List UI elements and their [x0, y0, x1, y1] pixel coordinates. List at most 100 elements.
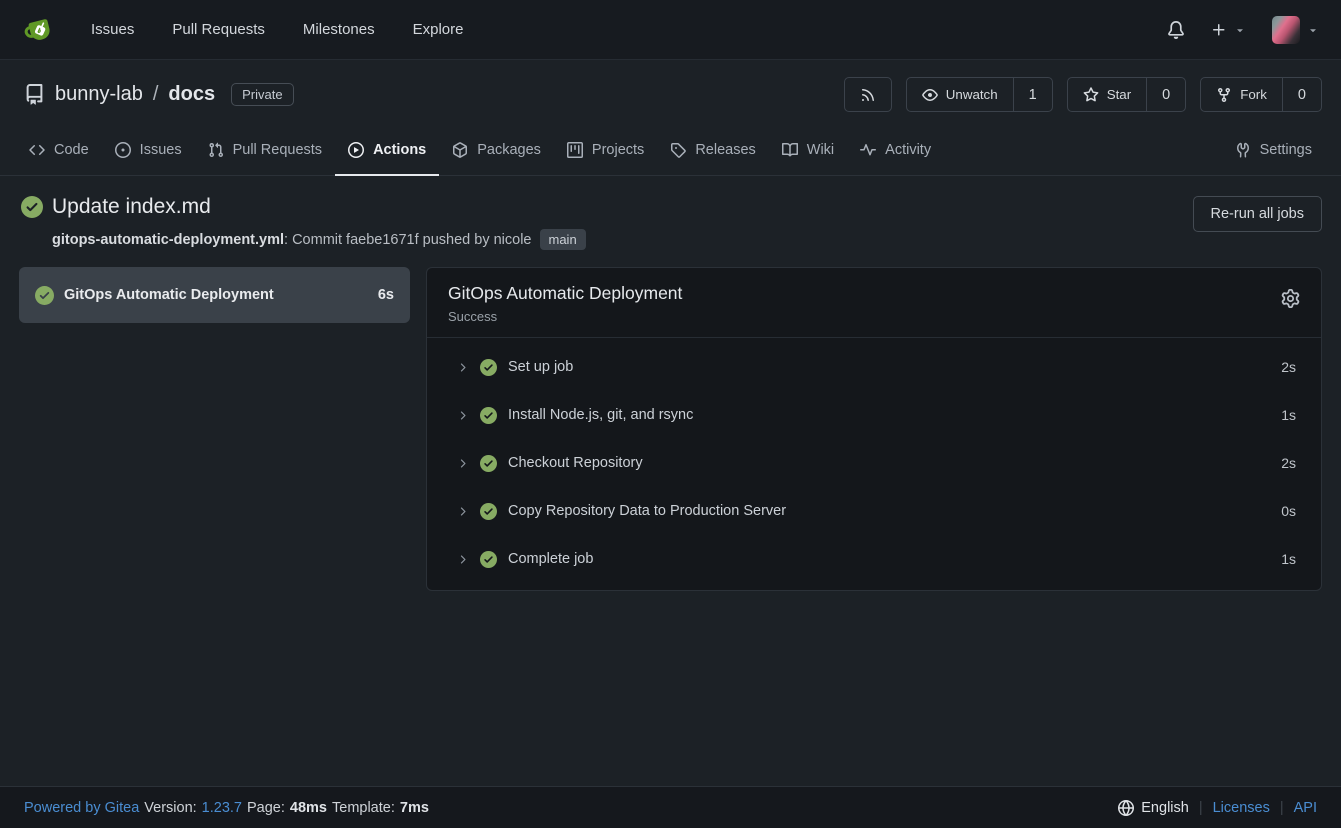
- code-icon: [29, 142, 45, 158]
- rss-button[interactable]: [844, 77, 892, 112]
- language-selector[interactable]: English: [1118, 800, 1189, 816]
- unwatch-button[interactable]: Unwatch: [907, 78, 1013, 111]
- repo-owner-link[interactable]: bunny-lab: [55, 83, 143, 106]
- fork-button[interactable]: Fork: [1201, 78, 1282, 111]
- step-duration: 1s: [1281, 551, 1296, 567]
- tab-releases[interactable]: Releases: [657, 126, 768, 176]
- tab-label: Projects: [592, 142, 644, 158]
- globe-icon: [1118, 800, 1134, 816]
- star-icon: [1083, 87, 1099, 103]
- repo-separator: /: [153, 83, 159, 106]
- page-time-label: Page:: [247, 800, 285, 816]
- step-name: Install Node.js, git, and rsync: [508, 407, 1281, 423]
- tab-actions[interactable]: Actions: [335, 126, 439, 176]
- job-list-item[interactable]: GitOps Automatic Deployment 6s: [19, 267, 410, 323]
- job-detail-title: GitOps Automatic Deployment: [448, 283, 682, 304]
- step-name: Checkout Repository: [508, 455, 1281, 471]
- tab-wiki[interactable]: Wiki: [769, 126, 847, 176]
- step-row[interactable]: Copy Repository Data to Production Serve…: [427, 487, 1321, 535]
- page-footer: Powered by Gitea Version: 1.23.7 Page: 4…: [0, 786, 1341, 828]
- nav-links: Issues Pull Requests Milestones Explore: [72, 11, 482, 48]
- run-success-check-icon: [21, 196, 43, 218]
- repo-header: bunny-lab / docs Private Unwatch 1 Star …: [0, 60, 1341, 126]
- step-name: Copy Repository Data to Production Serve…: [508, 503, 1281, 519]
- job-options-gear-button[interactable]: [1281, 283, 1300, 311]
- repo-name-link[interactable]: docs: [168, 83, 215, 106]
- step-success-check-icon: [480, 407, 497, 424]
- step-duration: 0s: [1281, 503, 1296, 519]
- gitea-logo-icon[interactable]: [22, 13, 56, 47]
- nav-link-pull-requests[interactable]: Pull Requests: [153, 11, 284, 48]
- tab-packages[interactable]: Packages: [439, 126, 554, 176]
- user-menu-button[interactable]: [1272, 16, 1319, 44]
- branch-badge[interactable]: main: [540, 229, 586, 250]
- tab-label: Actions: [373, 142, 426, 158]
- repo-tabs: Code Issues Pull Requests Actions Packag…: [0, 126, 1341, 176]
- watchers-count[interactable]: 1: [1013, 78, 1052, 111]
- step-row[interactable]: Checkout Repository 2s: [427, 439, 1321, 487]
- licenses-link[interactable]: Licenses: [1213, 800, 1270, 816]
- navbar-right: [1167, 16, 1319, 44]
- template-time-label: Template:: [332, 800, 395, 816]
- gear-icon: [1281, 289, 1300, 308]
- step-row[interactable]: Set up job 2s: [427, 343, 1321, 391]
- workflow-run-header: Update index.md gitops-automatic-deploym…: [0, 176, 1341, 250]
- top-navbar: Issues Pull Requests Milestones Explore: [0, 0, 1341, 60]
- tab-label: Settings: [1260, 142, 1312, 158]
- issue-opened-icon: [115, 142, 131, 158]
- plus-icon: [1211, 22, 1227, 38]
- page-time-value: 48ms: [290, 800, 327, 816]
- api-link[interactable]: API: [1294, 800, 1317, 816]
- step-duration: 2s: [1281, 359, 1296, 375]
- version-label: Version:: [144, 800, 196, 816]
- create-new-dropdown-button[interactable]: [1211, 22, 1246, 38]
- job-duration: 6s: [378, 287, 394, 303]
- tab-activity[interactable]: Activity: [847, 126, 944, 176]
- fork-button-group: Fork 0: [1200, 77, 1322, 112]
- tools-icon: [1235, 142, 1251, 158]
- package-icon: [452, 142, 468, 158]
- fork-icon: [1216, 87, 1232, 103]
- workflow-file-name[interactable]: gitops-automatic-deployment.yml: [52, 232, 284, 248]
- template-time-value: 7ms: [400, 800, 429, 816]
- run-commit-text: : Commit faebe1671f pushed by nicole: [284, 232, 531, 248]
- step-success-check-icon: [480, 455, 497, 472]
- repo-icon: [24, 84, 45, 105]
- chevron-right-icon: [456, 553, 469, 566]
- tab-issues[interactable]: Issues: [102, 126, 195, 176]
- bell-icon: [1167, 21, 1185, 39]
- tab-projects[interactable]: Projects: [554, 126, 657, 176]
- user-avatar: [1272, 16, 1300, 44]
- job-name: GitOps Automatic Deployment: [64, 287, 368, 303]
- version-link[interactable]: 1.23.7: [202, 800, 242, 816]
- chevron-right-icon: [456, 361, 469, 374]
- run-title: Update index.md: [52, 195, 211, 219]
- language-label: English: [1141, 800, 1189, 816]
- star-button-group: Star 0: [1067, 77, 1187, 112]
- step-row[interactable]: Install Node.js, git, and rsync 1s: [427, 391, 1321, 439]
- forks-count[interactable]: 0: [1282, 78, 1321, 111]
- watch-button-group: Unwatch 1: [906, 77, 1053, 112]
- project-board-icon: [567, 142, 583, 158]
- chevron-right-icon: [456, 505, 469, 518]
- caret-down-icon: [1234, 24, 1246, 36]
- nav-link-explore[interactable]: Explore: [394, 11, 483, 48]
- star-button[interactable]: Star: [1068, 78, 1146, 111]
- tab-pull-requests[interactable]: Pull Requests: [195, 126, 335, 176]
- stars-count[interactable]: 0: [1146, 78, 1185, 111]
- powered-by-gitea-link[interactable]: Powered by Gitea: [24, 800, 139, 816]
- step-success-check-icon: [480, 359, 497, 376]
- notifications-bell-button[interactable]: [1167, 21, 1185, 39]
- rerun-all-jobs-button[interactable]: Re-run all jobs: [1193, 196, 1323, 232]
- tab-code[interactable]: Code: [16, 126, 102, 176]
- tab-label: Issues: [140, 142, 182, 158]
- nav-link-issues[interactable]: Issues: [72, 11, 153, 48]
- tab-label: Releases: [695, 142, 755, 158]
- step-row[interactable]: Complete job 1s: [427, 535, 1321, 583]
- job-status-text: Success: [448, 309, 682, 324]
- tab-settings[interactable]: Settings: [1222, 126, 1325, 176]
- chevron-right-icon: [456, 457, 469, 470]
- step-success-check-icon: [480, 551, 497, 568]
- nav-link-milestones[interactable]: Milestones: [284, 11, 394, 48]
- rss-icon: [860, 87, 876, 103]
